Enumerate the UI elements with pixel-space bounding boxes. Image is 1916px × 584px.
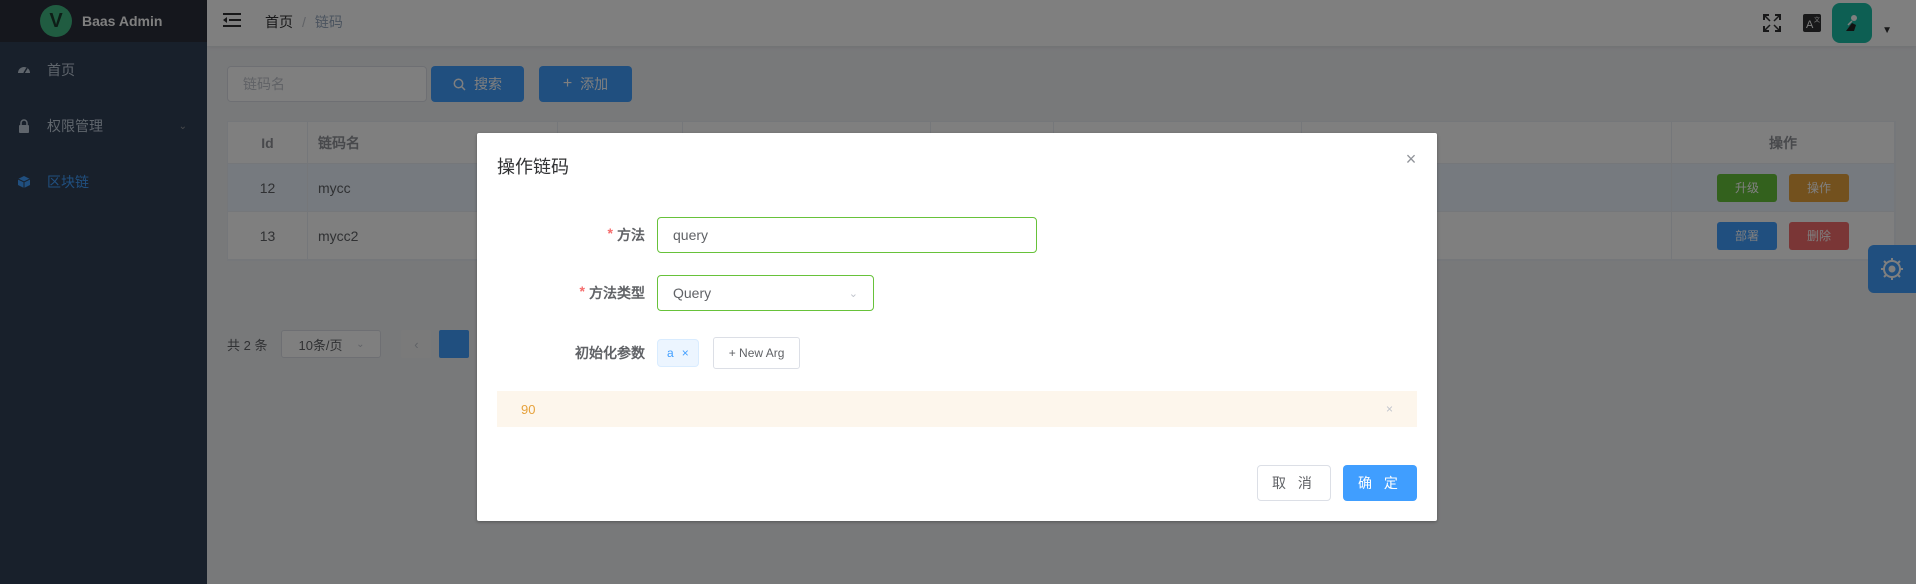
form-row-method: * 方法 query xyxy=(497,217,1037,253)
chevron-down-icon: ⌄ xyxy=(848,287,858,300)
method-type-label: * 方法类型 xyxy=(579,283,645,301)
close-icon[interactable]: × xyxy=(1403,150,1419,168)
close-icon[interactable]: × xyxy=(682,346,689,360)
cancel-button[interactable]: 取 消 xyxy=(1257,465,1331,501)
method-input[interactable]: query xyxy=(657,217,1037,253)
arg-tag: a × xyxy=(657,339,699,367)
operate-chaincode-dialog: 操作链码 × * 方法 query * 方法类型 Query ⌄ 初始化参数 a ×… xyxy=(477,133,1437,521)
form-row-type: * 方法类型 Query ⌄ xyxy=(497,275,874,311)
method-type-value: Query xyxy=(673,285,712,301)
confirm-button[interactable]: 确 定 xyxy=(1343,465,1417,501)
method-label: * 方法 xyxy=(607,225,645,243)
arg-tag-label: a xyxy=(667,346,674,360)
close-icon[interactable]: × xyxy=(1386,402,1393,416)
result-alert: 90 × xyxy=(497,391,1417,427)
method-type-select[interactable]: Query ⌄ xyxy=(657,275,874,311)
init-args-label: 初始化参数 xyxy=(575,345,645,361)
dialog-footer: 取 消 确 定 xyxy=(1257,465,1417,501)
alert-text: 90 xyxy=(521,401,536,417)
new-arg-button[interactable]: + New Arg xyxy=(712,337,801,369)
form-row-args: 初始化参数 a × + New Arg xyxy=(497,337,801,369)
dialog-title: 操作链码 xyxy=(497,157,569,177)
